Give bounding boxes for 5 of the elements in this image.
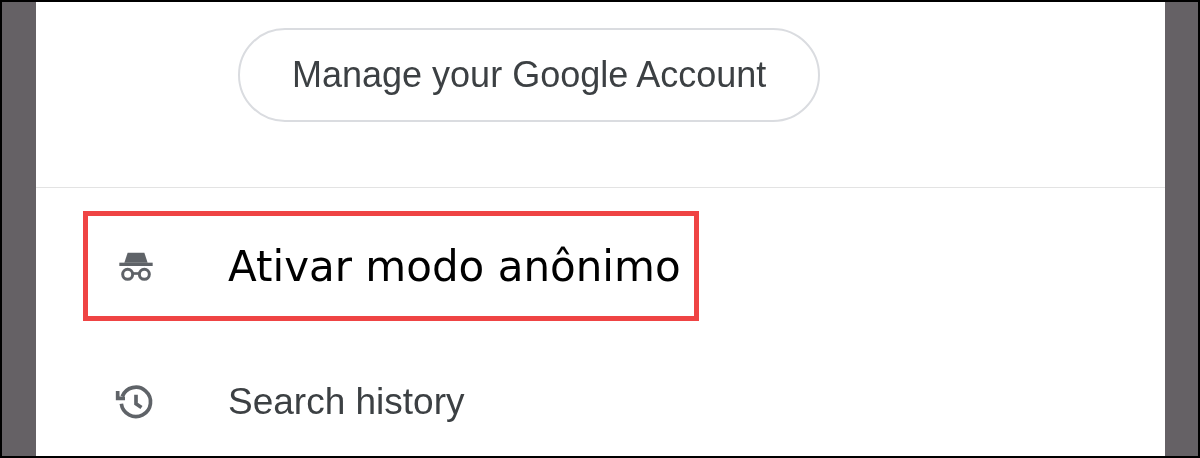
menu-item[interactable]: Search history (83, 347, 699, 457)
manage-account-button[interactable]: Manage your Google Account (238, 28, 821, 122)
menu-item[interactable]: Ativar modo anônimo (83, 211, 699, 321)
menu-item-label: Search history (228, 380, 465, 425)
menu-item-label: Ativar modo anônimo (228, 240, 681, 293)
